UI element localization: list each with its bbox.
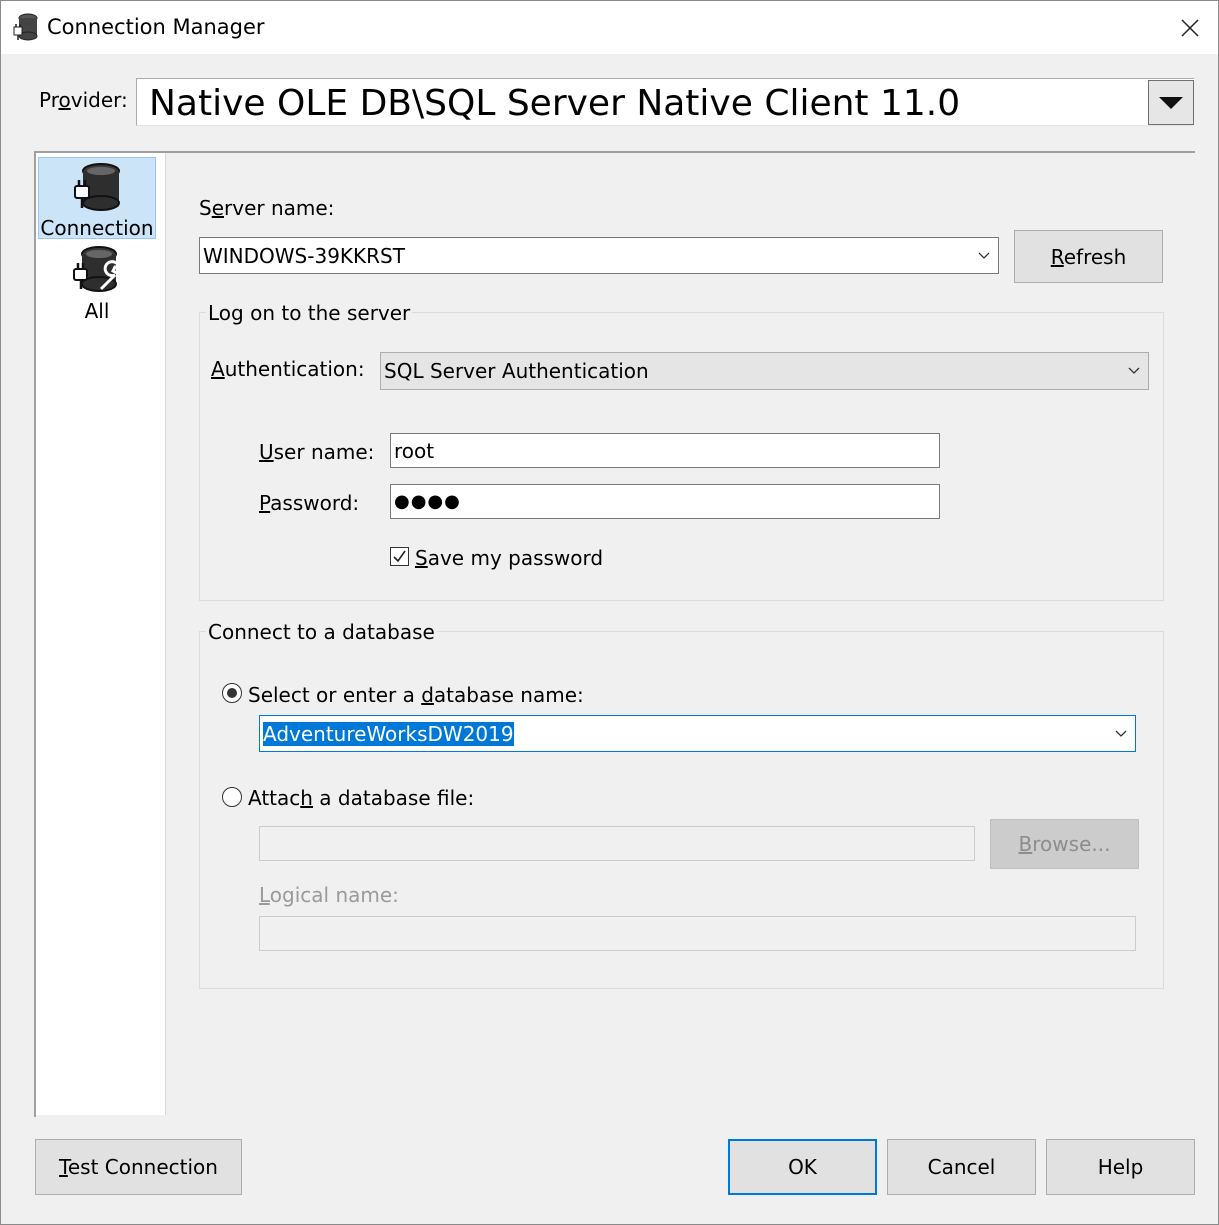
window-title: Connection Manager [47, 15, 265, 39]
select-database-label[interactable]: Select or enter a database name: [248, 683, 584, 707]
user-name-value: root [394, 438, 435, 463]
database-name-value: AdventureWorksDW2019 [263, 721, 514, 746]
authentication-label: Authentication: [211, 357, 365, 381]
authentication-combobox[interactable]: SQL Server Authentication [380, 352, 1149, 390]
database-plug-icon [13, 13, 38, 41]
user-name-label: User name: [259, 440, 375, 464]
test-connection-label: Test Connection [59, 1155, 218, 1179]
provider-dropdown-button[interactable] [1148, 80, 1194, 125]
nav-label-connection: Connection [40, 216, 154, 240]
help-button[interactable]: Help [1046, 1139, 1195, 1195]
chevron-down-icon [1128, 367, 1140, 374]
attach-database-radio[interactable] [222, 787, 242, 807]
logon-group-title: Log on to the server [206, 301, 413, 325]
refresh-button[interactable]: Refresh [1014, 230, 1163, 283]
user-name-input[interactable]: root [390, 433, 940, 468]
database-wrench-icon [73, 246, 121, 292]
chevron-down-icon [1115, 730, 1127, 737]
page-nav: Connection All [36, 153, 166, 1115]
browse-button[interactable]: Browse... [990, 819, 1139, 869]
browse-label: Browse... [1018, 832, 1111, 856]
server-name-combobox[interactable]: WINDOWS-39KKRST [199, 237, 999, 274]
checkmark-icon [393, 550, 406, 563]
nav-item-all[interactable]: All [38, 245, 156, 325]
cancel-button[interactable]: Cancel [887, 1139, 1036, 1195]
provider-value: Native OLE DB\SQL Server Native Client 1… [149, 83, 961, 124]
chevron-down-icon [978, 252, 990, 259]
triangle-down-icon [1159, 96, 1183, 109]
password-input[interactable]: ●●●● [390, 484, 940, 519]
database-file-input[interactable] [259, 826, 975, 861]
help-label: Help [1097, 1155, 1144, 1179]
password-value: ●●●● [394, 491, 461, 512]
close-icon [1181, 19, 1199, 37]
ok-label: OK [788, 1155, 817, 1179]
server-name-value: WINDOWS-39KKRST [203, 243, 405, 268]
close-button[interactable] [1167, 9, 1213, 47]
ok-button[interactable]: OK [728, 1139, 877, 1195]
nav-item-connection[interactable]: Connection [38, 157, 156, 240]
provider-combobox[interactable]: Native OLE DB\SQL Server Native Client 1… [136, 78, 1194, 126]
server-name-label: Server name: [199, 196, 335, 220]
authentication-value: SQL Server Authentication [384, 359, 649, 383]
database-name-combobox[interactable]: AdventureWorksDW2019 [259, 715, 1136, 752]
select-database-radio[interactable] [222, 683, 242, 703]
logical-name-label: Logical name: [259, 883, 399, 907]
database-plug-icon [74, 163, 120, 211]
test-connection-button[interactable]: Test Connection [35, 1139, 242, 1195]
nav-label-all: All [84, 299, 110, 323]
database-group-title: Connect to a database [206, 620, 437, 644]
provider-label: Provider: [39, 88, 128, 112]
save-password-label[interactable]: Save my password [415, 546, 603, 570]
cancel-label: Cancel [927, 1155, 996, 1179]
refresh-label: Refresh [1050, 244, 1127, 269]
title-bar: Connection Manager [1, 1, 1218, 54]
logical-name-input[interactable] [259, 916, 1136, 951]
connection-manager-dialog: Connection Manager Provider: Native OLE … [0, 0, 1219, 1225]
attach-database-label[interactable]: Attach a database file: [248, 786, 474, 810]
password-label: Password: [259, 491, 360, 515]
save-password-checkbox[interactable] [390, 547, 409, 566]
